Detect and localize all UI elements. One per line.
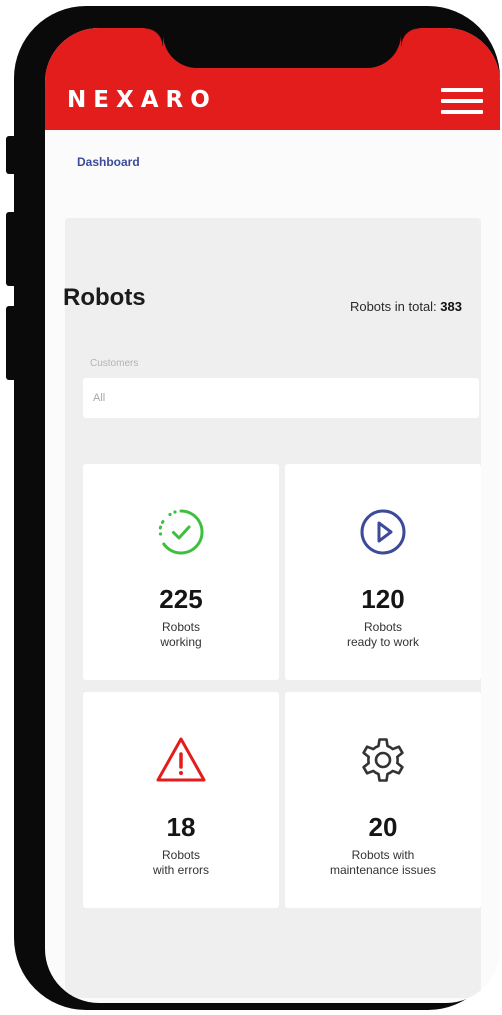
stat-label-line: Robots <box>161 620 201 634</box>
stat-label-line: working <box>160 635 202 649</box>
stat-value: 18 <box>166 812 196 842</box>
phone-frame: NEXARO Dashboard Robots Robots in total:… <box>14 6 500 1010</box>
stat-value: 20 <box>368 812 398 842</box>
robots-ready-card[interactable]: 120 Robots ready to work <box>285 464 481 680</box>
stat-label: Robots ready to work <box>285 620 481 650</box>
stat-label-line: with errors <box>152 863 209 877</box>
stat-label-line: maintenance issues <box>329 863 437 877</box>
app-header: NEXARO <box>45 28 500 130</box>
phone-screen: NEXARO Dashboard Robots Robots in total:… <box>45 28 500 1003</box>
robots-total-value: 383 <box>440 299 462 314</box>
stat-label-line: Robots with <box>351 848 415 862</box>
check-circle-icon <box>153 504 209 560</box>
stat-value: 225 <box>159 584 203 614</box>
stat-label: Robots with errors <box>83 848 279 878</box>
stat-label: Robots working <box>83 620 279 650</box>
robots-maintenance-card[interactable]: 20 Robots with maintenance issues <box>285 692 481 908</box>
stat-label-line: ready to work <box>346 635 420 649</box>
robots-working-card[interactable]: 225 Robots working <box>83 464 279 680</box>
menu-icon-line <box>441 88 483 92</box>
robots-errors-card[interactable]: 18 Robots with errors <box>83 692 279 908</box>
breadcrumb-dashboard[interactable]: Dashboard <box>77 155 140 169</box>
stat-label-line: Robots <box>161 848 201 862</box>
page-title: Robots <box>63 284 146 311</box>
menu-icon-line <box>441 110 483 114</box>
menu-icon-line <box>441 99 483 103</box>
robots-total: Robots in total: 383 <box>350 299 462 314</box>
phone-notch <box>145 28 419 68</box>
stat-value: 120 <box>361 584 405 614</box>
hamburger-menu-button[interactable] <box>441 84 483 118</box>
customers-filter-input[interactable] <box>83 378 479 418</box>
stat-label: Robots with maintenance issues <box>285 848 481 878</box>
play-circle-icon <box>355 504 411 560</box>
robots-total-label: Robots in total: <box>349 299 437 314</box>
gear-icon <box>355 732 411 788</box>
warning-triangle-icon <box>153 732 209 788</box>
stat-label-line: Robots <box>363 620 403 634</box>
brand-logo[interactable]: NEXARO <box>67 86 217 114</box>
customers-filter-label: Customers <box>90 358 139 369</box>
